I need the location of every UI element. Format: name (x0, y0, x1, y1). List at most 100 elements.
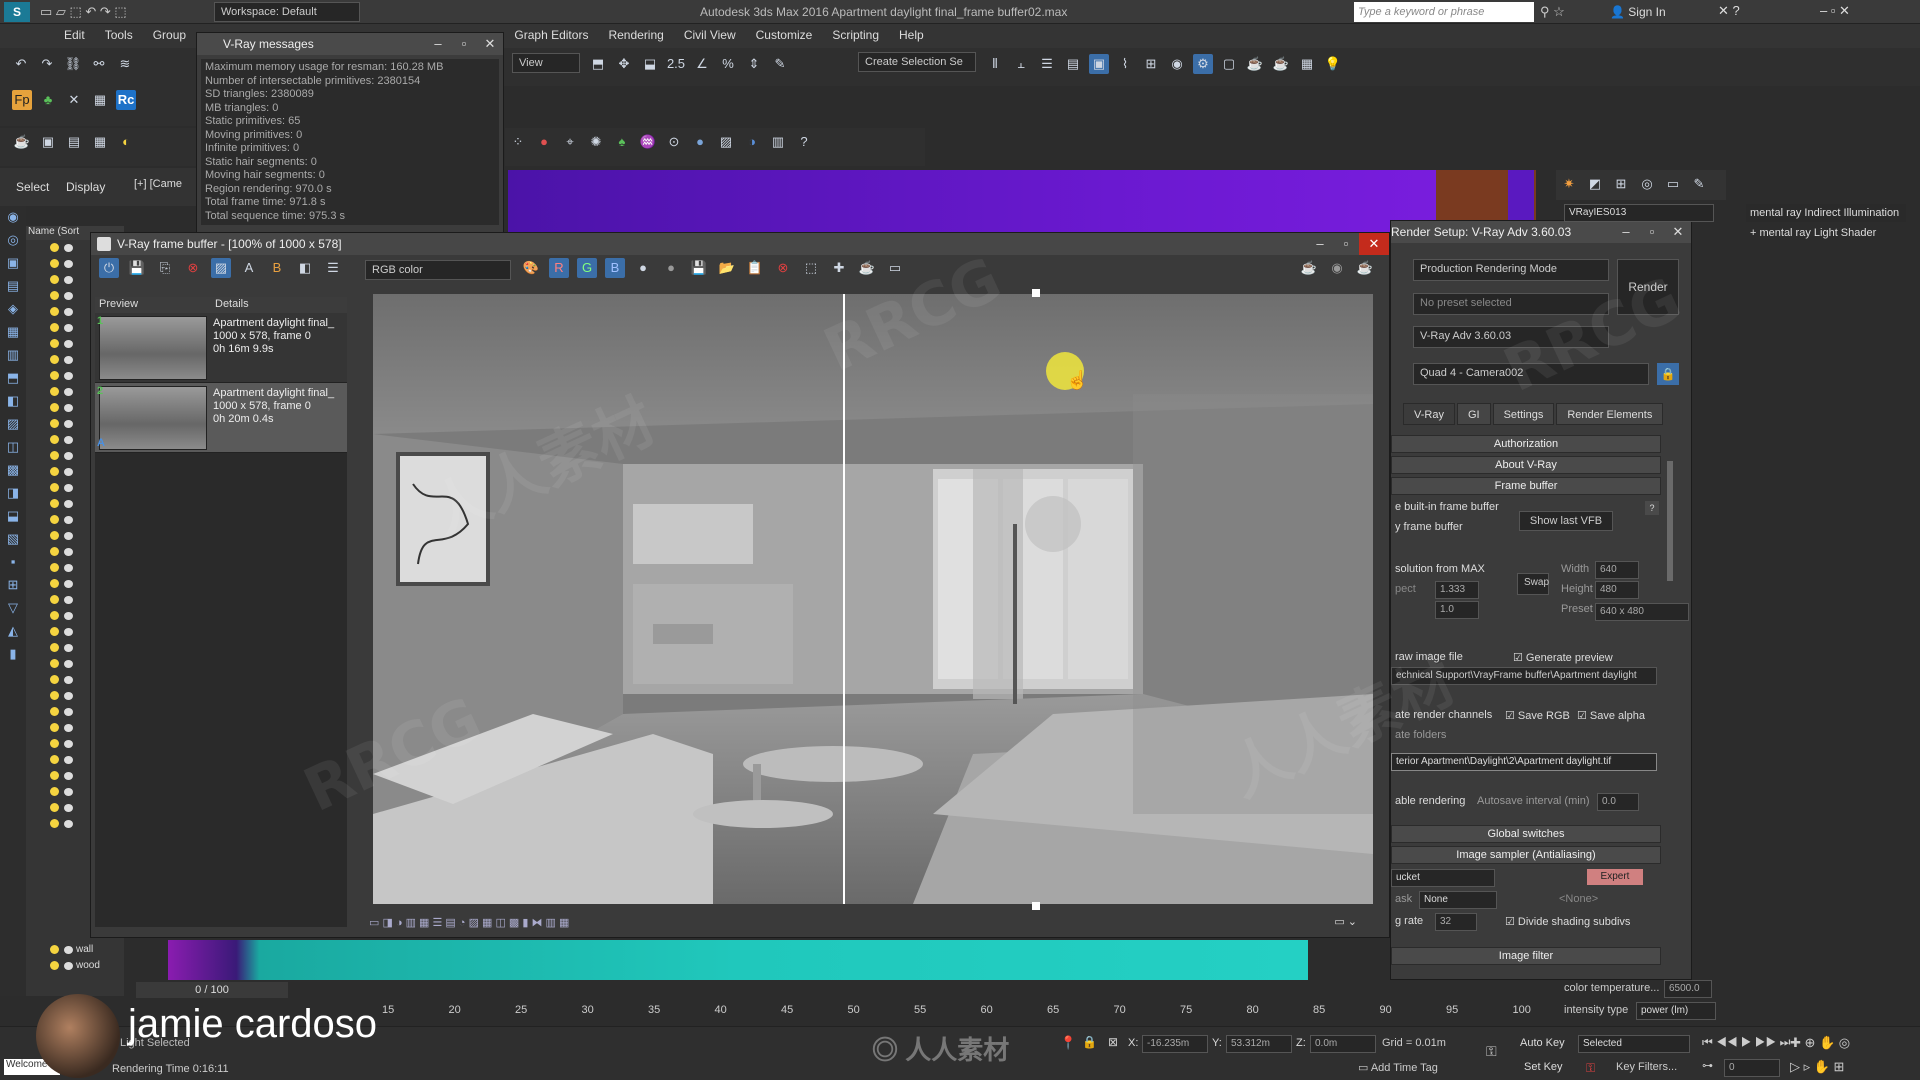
region-icon[interactable]: ⬚ (801, 258, 821, 278)
x-coordinate-field[interactable]: -16.235m (1142, 1035, 1208, 1053)
selection-set-dropdown[interactable]: Create Selection Se (858, 52, 976, 72)
light-bulb-icon[interactable] (50, 643, 59, 652)
curve-editor-icon[interactable]: ⌇ (1115, 54, 1135, 74)
light-bulb-icon[interactable] (50, 243, 59, 252)
light-bulb-icon[interactable] (50, 355, 59, 364)
lock-selection-icon[interactable]: 🔒 (1082, 1035, 1097, 1049)
eye-icon[interactable] (64, 548, 73, 556)
eye-icon[interactable] (64, 660, 73, 668)
divide-shading-checkbox[interactable]: ☑ Divide shading subdivs (1505, 915, 1630, 928)
menu-icon[interactable]: ☰ (323, 258, 343, 278)
vray-messages-log[interactable]: Maximum memory usage for resman: 160.28 … (201, 59, 499, 225)
channel-dropdown[interactable]: RGB color (365, 260, 511, 280)
explorer-filter-icon[interactable]: ◎ (4, 232, 22, 252)
help-icon[interactable]: ? (1645, 501, 1659, 515)
clipboard-icon[interactable]: 📋 (745, 258, 765, 278)
light-bulb-icon[interactable] (50, 691, 59, 700)
expert-button[interactable]: Expert (1587, 869, 1643, 885)
color-icon[interactable]: 🎨 (521, 258, 541, 278)
color-temperature-field[interactable]: 6500.0 (1664, 980, 1712, 998)
rc-icon[interactable]: Rc (116, 90, 136, 110)
tab-gi[interactable]: GI (1456, 403, 1491, 425)
modifier-item-light-shader[interactable]: + mental ray Light Shader (1746, 224, 1906, 242)
render-channels-label[interactable]: ate render channels (1395, 709, 1492, 721)
height-field[interactable]: 480 (1595, 581, 1639, 599)
history-icon[interactable]: ▨ (211, 258, 231, 278)
light-bulb-icon[interactable] (50, 451, 59, 460)
intensity-type-dropdown[interactable]: power (lm) (1636, 1002, 1716, 1020)
render-active-shade-icon[interactable]: ▦ (1297, 54, 1317, 74)
folders-label[interactable]: ate folders (1395, 729, 1446, 741)
spinner-snap-icon[interactable]: ⇕ (744, 54, 764, 74)
eye-icon[interactable] (64, 804, 73, 812)
vfb-titlebar[interactable]: V-Ray frame buffer - [100% of 1000 x 578… (91, 233, 1389, 255)
viewport-top[interactable] (508, 170, 1536, 238)
grid-dots-icon[interactable]: ⁘ (508, 132, 528, 152)
redo-icon[interactable]: ↷ (37, 54, 57, 74)
lens-icon[interactable]: ▥ (768, 132, 788, 152)
rendering-mode-dropdown[interactable]: Production Rendering Mode (1413, 259, 1609, 281)
tab-settings[interactable]: Settings (1492, 403, 1555, 425)
menu-rendering[interactable]: Rendering (598, 24, 673, 46)
light-bulb-icon[interactable] (50, 403, 59, 412)
time-slider[interactable]: 0 / 100 (136, 982, 288, 998)
set-key-icon[interactable]: ⚿ (1586, 1061, 1595, 1076)
renderer-dropdown[interactable]: V-Ray Adv 3.60.03 (1413, 326, 1609, 348)
close-icon[interactable]: ✕ (1665, 221, 1691, 243)
pivot-icon[interactable]: ⬓ (640, 54, 660, 74)
percent-snap-icon[interactable]: % (718, 54, 738, 74)
render-icon[interactable]: ☕ (857, 258, 877, 278)
minimize-icon[interactable]: – (1307, 233, 1333, 255)
light-bulb-icon[interactable] (50, 547, 59, 556)
light-bulb-icon[interactable] (50, 307, 59, 316)
menu-tools[interactable]: Tools (95, 24, 143, 46)
key-mode-dropdown[interactable]: Selected (1578, 1035, 1690, 1053)
eye-icon[interactable] (64, 516, 73, 524)
eye-icon[interactable] (64, 788, 73, 796)
mask-dropdown[interactable]: None (1419, 891, 1497, 909)
rollout-image-sampler[interactable]: Image sampler (Antialiasing) (1391, 846, 1661, 864)
light-bulb-icon[interactable] (50, 339, 59, 348)
close-icon[interactable]: ✕ (477, 33, 503, 55)
width-field[interactable]: 640 (1595, 561, 1639, 579)
light-bulb-icon[interactable] (50, 515, 59, 524)
scene-item-wall[interactable]: wall (26, 942, 124, 958)
viewport-bottom[interactable] (168, 940, 1308, 980)
light-bulb-icon[interactable] (50, 579, 59, 588)
color-corrections-icons[interactable]: ▭ ◨ ◑ ▥ ▦ ☰ ▤ ◔ ▨ ▦ ◫ ▩ ▮ ⧓ ▥ ▦ (369, 917, 569, 929)
light-bulb-icon[interactable] (50, 371, 59, 380)
eye-icon[interactable] (64, 596, 73, 604)
eye-icon[interactable] (64, 292, 73, 300)
render-teapot-icon[interactable]: ☕ (1355, 258, 1375, 278)
light-bulb-icon[interactable] (50, 275, 59, 284)
eye-icon[interactable] (64, 436, 73, 444)
blue-channel-icon[interactable]: B (605, 258, 625, 278)
eye-icon[interactable] (64, 308, 73, 316)
render-iterative-icon[interactable]: ☕ (1271, 54, 1291, 74)
light-bulb-icon[interactable] (50, 563, 59, 572)
stop-icon[interactable]: ⊗ (773, 258, 793, 278)
lock-icon[interactable]: 🔒 (1657, 363, 1679, 385)
explorer-filter-icon[interactable]: ▤ (4, 278, 22, 298)
light-bulb-icon[interactable] (50, 627, 59, 636)
explorer-filter-icon[interactable]: ◉ (4, 209, 22, 229)
minimize-icon[interactable]: – (1613, 221, 1639, 243)
viewport-nav-icons-2[interactable]: ▷ ▹ ✋ ⊞ (1790, 1059, 1844, 1075)
teapot-icon[interactable]: ☕ (12, 132, 32, 152)
rollout-authorization[interactable]: Authorization (1391, 435, 1661, 453)
utilities-tab-icon[interactable]: ✎ (1689, 174, 1709, 194)
quick-access-icons[interactable]: ▭ ▱ ⬚ ↶ ↷ ⬚ (40, 4, 127, 20)
y-coordinate-field[interactable]: 53.312m (1226, 1035, 1292, 1053)
maximize-icon[interactable]: ▫ (1639, 221, 1665, 243)
resolution-from-max-label[interactable]: solution from MAX (1395, 563, 1485, 575)
select-icon[interactable]: ⬒ (588, 54, 608, 74)
eye-icon[interactable] (64, 340, 73, 348)
eye-icon[interactable] (64, 276, 73, 284)
eye-icon[interactable] (64, 772, 73, 780)
render-setup-scrollbar[interactable] (1667, 461, 1673, 581)
eye-icon[interactable] (64, 452, 73, 460)
history-item-selected[interactable]: 2 A Apartment daylight final_ 1000 x 578,… (95, 383, 347, 453)
rendered-image[interactable] (373, 294, 1373, 904)
red-channel-icon[interactable]: R (549, 258, 569, 278)
history-item[interactable]: 1 Apartment daylight final_ 1000 x 578, f… (95, 313, 347, 383)
